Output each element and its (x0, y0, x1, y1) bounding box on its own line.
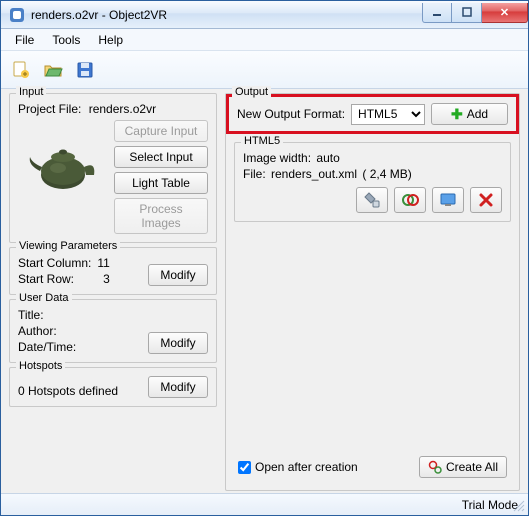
select-input-button[interactable]: Select Input (114, 146, 208, 168)
new-output-format-label: New Output Format: (237, 107, 345, 121)
user-data-group: User Data Title: Author: Date/Time: Modi… (9, 299, 217, 363)
window-buttons: ✕ (422, 3, 528, 23)
output-bottom-row: Open after creation Create All (234, 452, 511, 482)
right-column: Output New Output Format: HTML5 ✚ Add HT… (225, 93, 520, 491)
menu-tools[interactable]: Tools (44, 31, 88, 49)
resize-grip[interactable] (513, 500, 525, 512)
gears-icon (428, 460, 442, 474)
userdata-modify-button[interactable]: Modify (148, 332, 208, 354)
start-column-value: 11 (97, 256, 109, 270)
add-output-button[interactable]: ✚ Add (431, 103, 508, 125)
toolbar-new-button[interactable] (7, 56, 35, 84)
file-label: File: (243, 167, 266, 181)
userdata-group-title: User Data (16, 292, 72, 304)
titlebar[interactable]: renders.o2vr - Object2VR ✕ (1, 1, 528, 29)
project-file-label: Project File: (18, 102, 81, 116)
start-column-label: Start Column: (18, 256, 91, 270)
create-all-label: Create All (446, 460, 498, 474)
hotspots-group-title: Hotspots (16, 360, 65, 372)
file-name: renders_out.xml (271, 167, 357, 181)
file-size: ( 2,4 MB) (362, 167, 411, 181)
viewing-parameters-group: Viewing Parameters Start Column: 11 Star… (9, 247, 217, 295)
output-group-title: Output (232, 86, 271, 98)
output-format-select[interactable]: HTML5 (351, 104, 425, 125)
author-label: Author: (18, 324, 76, 338)
toolbar-open-button[interactable] (39, 56, 67, 84)
maximize-button[interactable] (452, 3, 482, 23)
image-width-label: Image width: (243, 151, 311, 165)
viewing-group-title: Viewing Parameters (16, 240, 120, 252)
trial-mode-label: Trial Mode (462, 498, 518, 512)
close-button[interactable]: ✕ (482, 3, 528, 23)
start-row-value: 3 (97, 272, 109, 286)
minimize-button[interactable] (422, 3, 452, 23)
create-all-button[interactable]: Create All (419, 456, 507, 478)
open-after-creation-checkbox[interactable]: Open after creation (238, 460, 358, 474)
content-area: Input Project File: renders.o2vr (1, 89, 528, 493)
start-row-label: Start Row: (18, 272, 91, 286)
toolbar (1, 51, 528, 89)
menu-file[interactable]: File (7, 31, 42, 49)
capture-input-button[interactable]: Capture Input (114, 120, 208, 142)
statusbar: Trial Mode (1, 493, 528, 515)
process-images-button[interactable]: Process Images (114, 198, 208, 234)
open-after-label: Open after creation (255, 460, 358, 474)
add-button-label: Add (467, 107, 488, 121)
hotspots-count: 0 Hotspots defined (18, 384, 118, 398)
light-table-button[interactable]: Light Table (114, 172, 208, 194)
viewing-modify-button[interactable]: Modify (148, 264, 208, 286)
plus-icon: ✚ (451, 107, 463, 121)
app-icon (9, 7, 25, 23)
output-group: Output New Output Format: HTML5 ✚ Add HT… (225, 93, 520, 491)
image-width-value: auto (316, 151, 339, 165)
project-file-value: renders.o2vr (89, 102, 156, 116)
preview-thumbnail (18, 120, 108, 210)
output-delete-button[interactable] (470, 187, 502, 213)
input-group-title: Input (16, 86, 46, 98)
output-html5-subgroup: HTML5 Image width: auto File: renders_ou… (234, 142, 511, 222)
menubar: File Tools Help (1, 29, 528, 51)
input-group: Input Project File: renders.o2vr (9, 93, 217, 243)
window-title: renders.o2vr - Object2VR (31, 8, 422, 22)
output-config-button[interactable] (356, 187, 388, 213)
datetime-label: Date/Time: (18, 340, 76, 354)
output-preview-button[interactable] (432, 187, 464, 213)
output-sub-title: HTML5 (241, 135, 283, 147)
title-label: Title: (18, 308, 76, 322)
highlighted-format-row: New Output Format: HTML5 ✚ Add (226, 94, 519, 134)
app-window: renders.o2vr - Object2VR ✕ File Tools He… (0, 0, 529, 516)
output-run-button[interactable] (394, 187, 426, 213)
menu-help[interactable]: Help (90, 31, 131, 49)
toolbar-save-button[interactable] (71, 56, 99, 84)
hotspots-group: Hotspots 0 Hotspots defined Modify (9, 367, 217, 407)
hotspots-modify-button[interactable]: Modify (148, 376, 208, 398)
open-after-checkbox-input[interactable] (238, 461, 251, 474)
left-column: Input Project File: renders.o2vr (9, 93, 217, 491)
